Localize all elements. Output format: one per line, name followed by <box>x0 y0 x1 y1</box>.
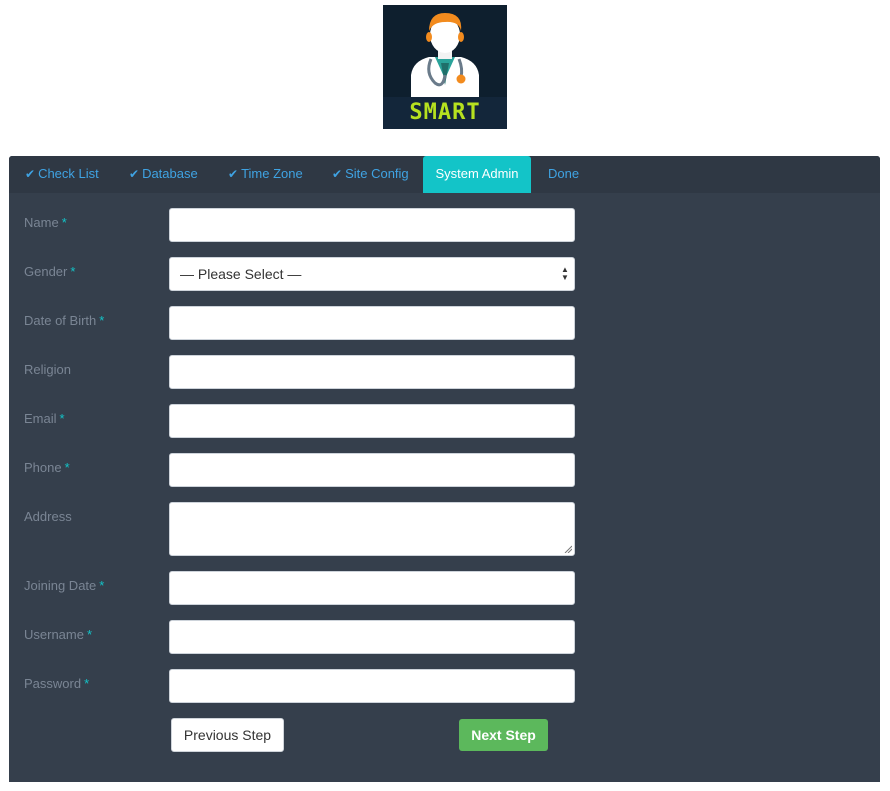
field-label-text: Email <box>24 411 57 426</box>
religion-input[interactable] <box>169 355 575 389</box>
field-label-text: Gender <box>24 264 68 279</box>
field-label-text: Phone <box>24 460 62 475</box>
field-label-text: Password <box>24 676 82 691</box>
check-icon: ✔ <box>129 167 140 181</box>
tab-system-admin[interactable]: System Admin <box>423 156 531 193</box>
check-icon: ✔ <box>25 167 36 181</box>
resize-handle-icon[interactable] <box>564 545 572 553</box>
field-label-text: Username <box>24 627 84 642</box>
tab-label: Time Zone <box>241 166 303 181</box>
previous-step-button[interactable]: Previous Step <box>171 718 284 752</box>
field-label-text: Address <box>24 509 72 524</box>
check-icon: ✔ <box>228 167 239 181</box>
required-marker: * <box>59 411 65 426</box>
gender-label: Gender * <box>24 264 75 280</box>
gender-select[interactable]: — Please Select — ▲ ▼ <box>169 257 575 291</box>
doctor-avatar-icon <box>411 13 479 97</box>
tab-label: Database <box>142 166 198 181</box>
select-arrows-icon: ▲ ▼ <box>561 265 569 282</box>
field-label-text: Name <box>24 215 59 230</box>
check-icon: ✔ <box>332 167 343 181</box>
required-marker: * <box>70 264 76 279</box>
logo-wordmark: SMART <box>409 100 481 125</box>
required-marker: * <box>99 578 105 593</box>
joining-date-label: Joining Date * <box>24 578 104 594</box>
required-marker: * <box>84 676 90 691</box>
required-marker: * <box>99 313 105 328</box>
name-input[interactable] <box>169 208 575 242</box>
address-textarea[interactable] <box>169 502 575 556</box>
tab-label: System Admin <box>435 166 519 181</box>
name-label: Name * <box>24 215 67 231</box>
gender-select-value: — Please Select — <box>180 266 302 282</box>
smart-logo: SMART <box>383 5 507 129</box>
password-label: Password * <box>24 676 89 692</box>
username-input[interactable] <box>169 620 575 654</box>
tab-database[interactable]: ✔ Database <box>129 156 198 193</box>
address-label: Address <box>24 509 72 525</box>
field-label-text: Joining Date <box>24 578 97 593</box>
phone-label: Phone * <box>24 460 70 476</box>
date-of-birth-input[interactable] <box>169 306 575 340</box>
tab-label: Check List <box>38 166 99 181</box>
next-step-button[interactable]: Next Step <box>459 719 548 751</box>
tab-check-list[interactable]: ✔ Check List <box>25 156 99 193</box>
required-marker: * <box>86 627 93 642</box>
tab-done[interactable]: Done <box>548 156 579 193</box>
joining-date-input[interactable] <box>169 571 575 605</box>
tab-label: Site Config <box>345 166 409 181</box>
tab-site-config[interactable]: ✔ Site Config <box>332 156 409 193</box>
install-wizard-panel: ✔ Check List ✔ Database ✔ Time Zone ✔ Site C… <box>9 156 880 782</box>
field-label-text: Religion <box>24 362 71 377</box>
date-of-birth-label: Date of Birth * <box>24 313 104 329</box>
required-marker: * <box>61 215 67 230</box>
wizard-steps-nav: ✔ Check List ✔ Database ✔ Time Zone ✔ Site C… <box>9 156 880 193</box>
username-label: Username * <box>24 627 92 643</box>
tab-label: Done <box>548 166 580 181</box>
religion-label: Religion <box>24 362 71 378</box>
required-marker: * <box>64 460 70 475</box>
password-input[interactable] <box>169 669 575 703</box>
email-input[interactable] <box>169 404 575 438</box>
field-label-text: Date of Birth <box>24 313 97 328</box>
phone-input[interactable] <box>169 453 575 487</box>
email-label: Email * <box>24 411 65 427</box>
tab-time-zone[interactable]: ✔ Time Zone <box>228 156 303 193</box>
